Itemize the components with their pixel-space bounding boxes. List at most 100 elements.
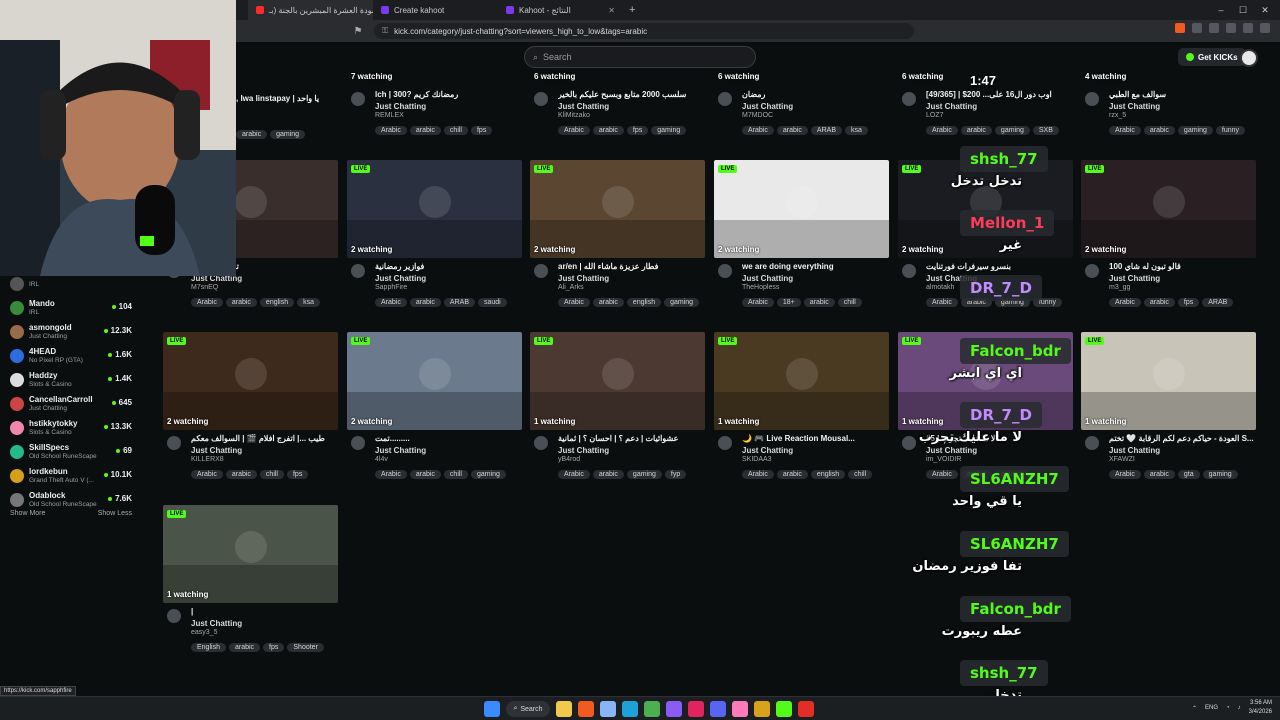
tag-pill[interactable]: ksa bbox=[297, 298, 321, 307]
tag-pill[interactable]: ARAB bbox=[810, 126, 842, 135]
channel-avatar[interactable] bbox=[1085, 92, 1099, 106]
tag-pill[interactable]: Arabic bbox=[742, 126, 774, 135]
tag-pill[interactable]: fyp bbox=[664, 470, 687, 479]
tag-pill[interactable]: Arabic bbox=[742, 298, 774, 307]
streamer-name[interactable]: SKIDAA3 bbox=[742, 456, 772, 463]
store-icon[interactable] bbox=[600, 701, 616, 717]
tag-pill[interactable]: Arabic bbox=[742, 470, 774, 479]
tag-pill[interactable]: fps bbox=[1177, 298, 1200, 307]
tag-pill[interactable]: Arabic bbox=[558, 470, 590, 479]
sidebar-channel[interactable]: SkillSpecs Old School RuneScape 69 bbox=[0, 440, 150, 464]
volume-icon[interactable]: ♪ bbox=[1238, 705, 1241, 711]
app-icon[interactable] bbox=[732, 701, 748, 717]
tag-pill[interactable]: fps bbox=[263, 643, 285, 652]
stream-thumbnail[interactable]: LIVE 2 watching bbox=[347, 332, 522, 430]
stream-title[interactable]: we are doing everything bbox=[742, 262, 888, 271]
browser-tab[interactable]: Create kahoot bbox=[373, 0, 498, 20]
tag-pill[interactable]: english bbox=[626, 298, 662, 307]
tag-pill[interactable]: Arabic bbox=[1109, 470, 1141, 479]
bookmark-icon[interactable]: ⚑ bbox=[350, 26, 366, 37]
tag-pill[interactable]: arabic bbox=[409, 470, 441, 479]
tag-pill[interactable]: ARAB bbox=[1202, 298, 1234, 307]
tag-pill[interactable]: gaming bbox=[270, 130, 306, 139]
tag-pill[interactable]: gaming bbox=[651, 126, 687, 135]
stream-thumbnail[interactable]: LIVE 1 watching bbox=[1081, 332, 1256, 430]
stream-title[interactable]: طيب ...| اتفرج افلام 🎬 | السوالف معكم bbox=[191, 434, 337, 443]
tag-pill[interactable]: Arabic bbox=[375, 298, 407, 307]
app-icon[interactable] bbox=[688, 701, 704, 717]
streamer-name[interactable]: KILLERX8 bbox=[191, 456, 224, 463]
brave-browser-icon[interactable] bbox=[578, 701, 594, 717]
stream-category[interactable]: Just Chatting bbox=[1109, 446, 1160, 455]
tag-pill[interactable]: fps bbox=[626, 126, 649, 135]
stream-title[interactable]: lch | 300? رمضانك كريم bbox=[375, 90, 521, 99]
channel-avatar[interactable] bbox=[534, 264, 548, 278]
tag-pill[interactable]: arabic bbox=[1143, 126, 1175, 135]
tag-pill[interactable]: arabic bbox=[236, 130, 268, 139]
stream-card[interactable]: LIVE 2 watching تمت......... Just Chatting 4… bbox=[347, 332, 522, 479]
search-input[interactable]: ⌕ Search bbox=[524, 46, 756, 68]
tag-pill[interactable]: ARAB bbox=[443, 298, 475, 307]
stream-category[interactable]: Just Chatting bbox=[742, 446, 793, 455]
tag-pill[interactable]: arabic bbox=[776, 126, 808, 135]
stream-category[interactable]: Just Chatting bbox=[558, 274, 609, 283]
app-icon[interactable] bbox=[798, 701, 814, 717]
extension-icon[interactable] bbox=[1209, 23, 1219, 33]
tag-pill[interactable]: english bbox=[810, 470, 846, 479]
streamer-name[interactable]: almotakh bbox=[926, 284, 954, 291]
stream-title[interactable]: عشوائيات | دعم ؟ | احسان ؟ | ثمانية bbox=[558, 434, 704, 443]
tag-pill[interactable]: arabic bbox=[225, 470, 257, 479]
chrome-icon[interactable] bbox=[644, 701, 660, 717]
browser-tab[interactable]: أنشودة العشرة المبشرين بالجنة (بـ... ✕ bbox=[248, 0, 373, 20]
stream-category[interactable]: Just Chatting bbox=[375, 446, 426, 455]
stream-title[interactable]: سلسب 2000 متابع وبسبح عليكم بالخير bbox=[558, 90, 704, 99]
stream-title[interactable]: بنسرو سيرفرات فورتنايت bbox=[926, 262, 1072, 271]
tag-pill[interactable]: gta bbox=[1177, 470, 1200, 479]
channel-avatar[interactable] bbox=[534, 436, 548, 450]
stream-card[interactable]: LIVE 2 watching ar/en | فطار عزيزة ماشاء ا… bbox=[530, 160, 705, 307]
close-tab-icon[interactable]: ✕ bbox=[608, 6, 615, 15]
tag-pill[interactable]: funny bbox=[1215, 126, 1246, 135]
channel-avatar[interactable] bbox=[718, 92, 732, 106]
stream-card[interactable]: LIVE 1 watching عشوائيات | دعم ؟ | احسان ؟… bbox=[530, 332, 705, 479]
tag-pill[interactable]: 18+ bbox=[776, 298, 801, 307]
stream-category[interactable]: Just Chatting bbox=[1109, 274, 1160, 283]
stream-thumbnail[interactable]: LIVE 2 watching bbox=[530, 160, 705, 258]
stream-category[interactable]: Just Chatting bbox=[926, 446, 977, 455]
tag-pill[interactable]: Arabic bbox=[926, 126, 958, 135]
tag-pill[interactable]: gaming bbox=[1177, 126, 1213, 135]
streamer-name[interactable]: M7MDOC bbox=[742, 112, 773, 119]
streamer-name[interactable]: LOZ7 bbox=[926, 112, 944, 119]
sidebar-channel[interactable]: Odablock Old School RuneScape 7.6K bbox=[0, 488, 150, 512]
stream-card[interactable]: LIVE 2 watching 100 قالو تبون له شاي Just C… bbox=[1081, 160, 1256, 307]
tag-pill[interactable]: Arabic bbox=[191, 298, 223, 307]
channel-avatar[interactable] bbox=[902, 436, 916, 450]
stream-title[interactable]: تمت......... bbox=[375, 434, 521, 443]
streamer-name[interactable]: im_VOIDIR bbox=[926, 456, 961, 463]
stream-thumbnail[interactable]: LIVE 2 watching bbox=[714, 160, 889, 258]
stream-thumbnail[interactable]: LIVE 1 watching bbox=[530, 332, 705, 430]
stream-category[interactable]: Just Chatting bbox=[1109, 102, 1160, 111]
tag-pill[interactable]: chill bbox=[443, 126, 468, 135]
tag-pill[interactable]: chill bbox=[848, 470, 873, 479]
tag-pill[interactable]: Arabic bbox=[926, 470, 958, 479]
browser-tab[interactable]: Kahoot - النتائج ✕ bbox=[498, 0, 623, 20]
stream-category[interactable]: Just Chatting bbox=[191, 446, 242, 455]
menu-icon[interactable] bbox=[1260, 23, 1270, 33]
kick-icon[interactable] bbox=[776, 701, 792, 717]
sidebar-icon[interactable] bbox=[1226, 23, 1236, 33]
stream-category[interactable]: Just Chatting bbox=[375, 274, 426, 283]
channel-avatar[interactable] bbox=[718, 264, 732, 278]
stream-thumbnail[interactable]: LIVE 1 watching bbox=[163, 505, 338, 603]
sidebar-channel[interactable]: Haddzy Slots & Casino 1.4K bbox=[0, 368, 150, 392]
user-avatar[interactable] bbox=[1240, 49, 1258, 67]
stream-title[interactable]: ar/en | فطار عزيزة ماشاء الله bbox=[558, 262, 704, 271]
channel-avatar[interactable] bbox=[351, 264, 365, 278]
minimize-icon[interactable]: – bbox=[1210, 5, 1232, 15]
language-indicator[interactable]: ENG bbox=[1205, 705, 1218, 711]
tag-pill[interactable]: saudi bbox=[477, 298, 507, 307]
streamer-name[interactable]: M7snEQ bbox=[191, 284, 218, 291]
tag-pill[interactable]: chill bbox=[259, 470, 284, 479]
stream-title[interactable]: 100 قالو تبون له شاي bbox=[1109, 262, 1255, 271]
tray-chevron-icon[interactable]: ⌃ bbox=[1192, 705, 1197, 712]
